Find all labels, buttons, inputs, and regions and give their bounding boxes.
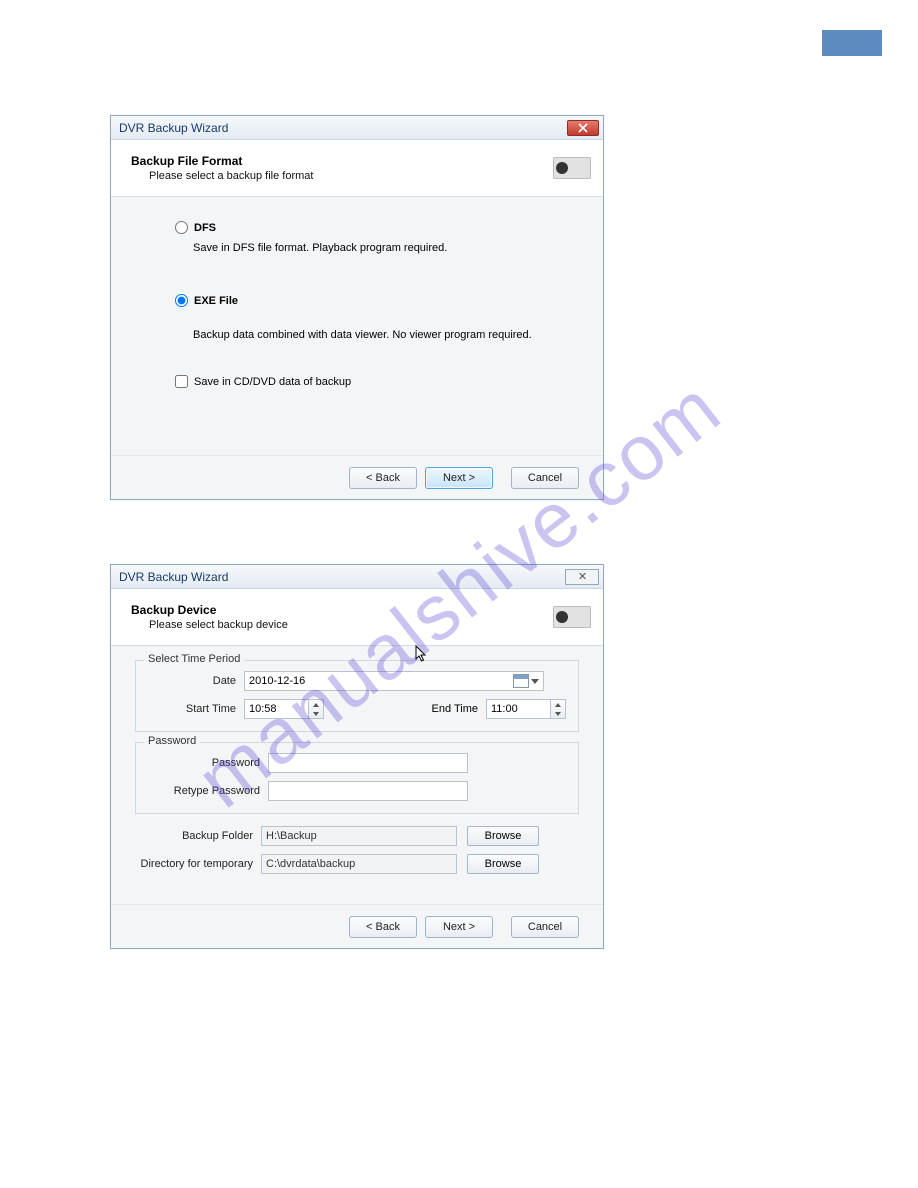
label-end-time: End Time <box>432 703 478 715</box>
window-title: DVR Backup Wizard <box>119 570 565 584</box>
radio-dfs-label: DFS <box>194 222 216 234</box>
back-button[interactable]: < Back <box>349 467 417 489</box>
radio-dfs[interactable] <box>175 221 188 234</box>
date-input[interactable]: 2010-12-16 <box>244 671 544 691</box>
end-time-value: 11:00 <box>486 699 550 719</box>
label-retype-password: Retype Password <box>148 785 268 797</box>
checkbox-cd-dvd-label: Save in CD/DVD data of backup <box>194 376 351 388</box>
close-button[interactable] <box>567 120 599 136</box>
checkbox-cd-dvd-row[interactable]: Save in CD/DVD data of backup <box>175 375 579 388</box>
cancel-button[interactable]: Cancel <box>511 467 579 489</box>
spinner-down-icon[interactable] <box>309 709 323 718</box>
dialog-backup-file-format: DVR Backup Wizard Backup File Format Ple… <box>110 115 604 500</box>
next-button[interactable]: Next > <box>425 467 493 489</box>
start-time-spinner[interactable] <box>308 699 324 719</box>
backup-folder-input[interactable] <box>261 826 457 846</box>
group-time-period: Select Time Period Date 2010-12-16 Start… <box>135 660 579 732</box>
window-title: DVR Backup Wizard <box>119 121 567 135</box>
dialog-body: Select Time Period Date 2010-12-16 Start… <box>111 646 603 904</box>
cursor-icon <box>415 645 429 663</box>
start-time-value: 10:58 <box>244 699 308 719</box>
temp-dir-input[interactable] <box>261 854 457 874</box>
spinner-up-icon[interactable] <box>309 700 323 709</box>
start-time-input[interactable]: 10:58 <box>244 699 324 719</box>
option-exe-row[interactable]: EXE File <box>175 294 579 307</box>
dialog-header: Backup Device Please select backup devic… <box>111 589 603 646</box>
spinner-up-icon[interactable] <box>551 700 565 709</box>
label-password: Password <box>148 757 268 769</box>
retype-password-input[interactable] <box>268 781 468 801</box>
chevron-down-icon <box>531 679 539 684</box>
camera-icon <box>553 157 591 179</box>
label-backup-folder: Backup Folder <box>135 830 261 842</box>
title-bar: DVR Backup Wizard ✕ <box>111 565 603 589</box>
checkbox-cd-dvd[interactable] <box>175 375 188 388</box>
dialog-backup-device: DVR Backup Wizard ✕ Backup Device Please… <box>110 564 604 949</box>
group-password: Password Password Retype Password <box>135 742 579 814</box>
dialog-heading: Backup Device <box>131 603 553 617</box>
dialog-subheading: Please select a backup file format <box>131 170 553 182</box>
spinner-down-icon[interactable] <box>551 709 565 718</box>
dialog-heading: Backup File Format <box>131 154 553 168</box>
title-bar: DVR Backup Wizard <box>111 116 603 140</box>
label-start-time: Start Time <box>148 703 244 715</box>
page-accent-block <box>822 30 882 56</box>
cancel-button[interactable]: Cancel <box>511 916 579 938</box>
date-value: 2010-12-16 <box>249 675 305 687</box>
end-time-input[interactable]: 11:00 <box>486 699 566 719</box>
option-dfs-row[interactable]: DFS <box>175 221 579 234</box>
date-dropdown-icon[interactable] <box>513 674 539 688</box>
radio-dfs-desc: Save in DFS file format. Playback progra… <box>193 242 579 254</box>
browse-folder-button[interactable]: Browse <box>467 826 539 846</box>
camera-icon <box>553 606 591 628</box>
calendar-icon <box>513 674 529 688</box>
radio-exe-desc: Backup data combined with data viewer. N… <box>193 329 579 341</box>
close-button[interactable]: ✕ <box>565 569 599 585</box>
group-legend-password: Password <box>144 735 200 747</box>
group-legend-time: Select Time Period <box>144 653 244 665</box>
close-icon: ✕ <box>578 570 586 583</box>
close-icon <box>578 123 588 133</box>
label-temp-dir: Directory for temporary <box>135 858 261 870</box>
back-button[interactable]: < Back <box>349 916 417 938</box>
label-date: Date <box>148 675 244 687</box>
browse-temp-button[interactable]: Browse <box>467 854 539 874</box>
next-button[interactable]: Next > <box>425 916 493 938</box>
password-input[interactable] <box>268 753 468 773</box>
dialog-footer: < Back Next > Cancel <box>111 904 603 948</box>
radio-exe-label: EXE File <box>194 295 238 307</box>
dialog-header: Backup File Format Please select a backu… <box>111 140 603 197</box>
radio-exe[interactable] <box>175 294 188 307</box>
dialog-body: DFS Save in DFS file format. Playback pr… <box>111 197 603 455</box>
dialog-subheading: Please select backup device <box>131 619 553 631</box>
end-time-spinner[interactable] <box>550 699 566 719</box>
dialog-footer: < Back Next > Cancel <box>111 455 603 499</box>
